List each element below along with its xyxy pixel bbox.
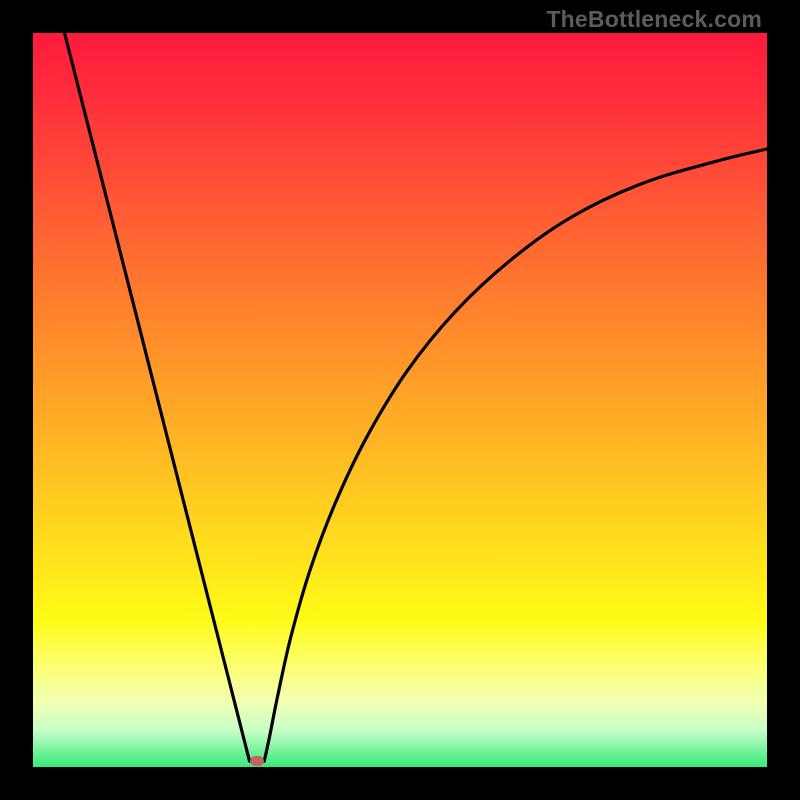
minimum-marker [250, 756, 264, 766]
bottleneck-curve [33, 33, 767, 767]
chart-frame: TheBottleneck.com [0, 0, 800, 800]
watermark-text: TheBottleneck.com [546, 6, 762, 33]
